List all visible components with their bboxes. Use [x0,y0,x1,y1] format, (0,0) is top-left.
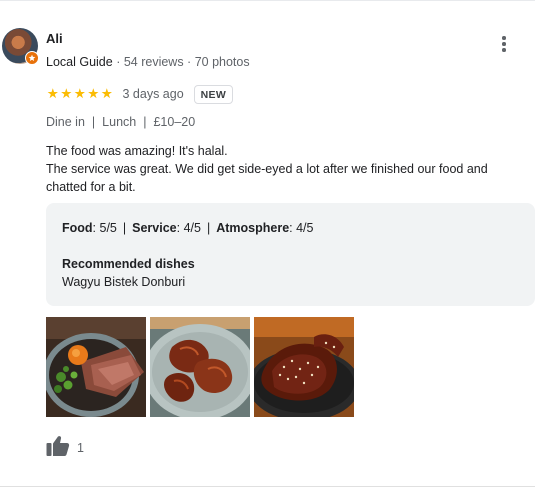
meta-separator: · [183,55,195,69]
score-label-atmosphere: Atmosphere [216,221,290,235]
detail-separator: | [143,115,147,129]
detail-service-type: Dine in [46,115,85,129]
new-badge: NEW [193,84,234,104]
review-photo-glazed-wings[interactable] [150,317,250,417]
recommended-dishes-value: Wagyu Bistek Donburi [62,275,186,289]
more-vert-icon[interactable] [495,34,513,54]
star-icon: ★ [73,86,86,102]
score-value-atmosphere: 4/5 [296,221,314,235]
meta-separator: · [112,55,124,69]
reviewer-meta: Local Guide · 54 reviews · 70 photos [46,55,250,69]
reviewer-name[interactable]: Ali [46,31,63,46]
score-value-food: 5/5 [99,221,117,235]
review-text-line: The food was amazing! It's halal. [46,144,228,158]
reviews-count: 54 reviews [123,55,184,69]
review-photo-wagyu-donburi[interactable] [46,317,146,417]
category-scores: Food: 5/5 | Service: 4/5 | Atmosphere: 4/5 [62,221,314,235]
star-icon: ★ [87,86,100,102]
score-label-service: Service [132,221,177,235]
rating-row: ★ ★ ★ ★ ★ 3 days ago NEW [46,84,234,104]
review-text-line: The service was great. We did get side-e… [46,162,488,194]
recommended-dishes-label: Recommended dishes [62,257,195,271]
bottom-divider [0,486,535,487]
photos-count: 70 photos [194,55,250,69]
star-rating: ★ ★ ★ ★ ★ [46,87,114,101]
visit-details: Dine in | Lunch | £10–20 [46,115,195,129]
star-icon: ★ [46,86,59,102]
star-icon: ★ [100,86,113,102]
detail-price-range: £10–20 [153,115,196,129]
star-icon: ★ [60,86,73,102]
detail-meal-type: Lunch [102,115,137,129]
score-value-service: 4/5 [183,221,201,235]
detail-separator: | [91,115,96,129]
review-summary-box: Food: 5/5 | Service: 4/5 | Atmosphere: 4/5 R… [46,203,535,306]
thumbs-up-icon[interactable] [46,435,70,457]
reviewer-role: Local Guide [46,55,113,69]
review-date: 3 days ago [122,87,184,101]
reviewer-avatar[interactable] [2,28,39,65]
score-label-food: Food [62,221,93,235]
review-text: The food was amazing! It's halal. The se… [46,142,526,196]
top-divider [0,0,535,1]
local-guide-badge-icon [25,51,39,65]
like-count: 1 [77,441,84,455]
review-photo-sesame-glazed-meat[interactable] [254,317,354,417]
